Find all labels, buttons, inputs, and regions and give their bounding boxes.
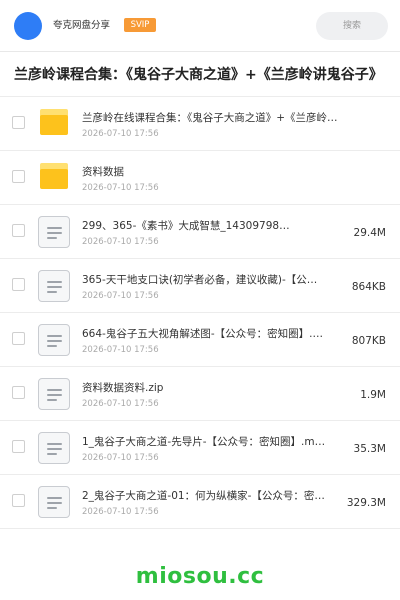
file-date: 2026-07-10 17:56: [82, 399, 159, 409]
row-checkbox[interactable]: [12, 332, 25, 345]
file-date: 2026-07-10 17:56: [82, 345, 159, 355]
folder-icon: [40, 163, 68, 189]
list-item[interactable]: 2_鬼谷子大商之道-01：何为纵横家-【公众号：密… 2026-07-10 17…: [0, 475, 400, 529]
file-date: 2026-07-10 17:56: [82, 291, 159, 301]
row-checkbox[interactable]: [12, 224, 25, 237]
list-item[interactable]: 664-鬼谷子五大视角解述图-【公众号：密知圈】.… 2026-07-10 17…: [0, 313, 400, 367]
folder-icon: [40, 109, 68, 135]
file-size: 864KB: [351, 281, 386, 293]
file-date: 2026-07-10 17:56: [82, 237, 159, 247]
list-item[interactable]: 365-天干地支口诀(初学者必备，建议收藏)-【公… 2026-07-10 17…: [0, 259, 400, 313]
file-size: 807KB: [351, 335, 386, 347]
page-title: 兰彦岭课程合集：《鬼谷子大商之道》+《兰彦岭讲鬼谷子》: [14, 67, 383, 83]
document-icon: [38, 324, 70, 356]
file-date: 2026-07-10 17:56: [82, 453, 159, 463]
top-header: 夸克网盘分享 SVIP 搜索: [0, 0, 400, 52]
app-name: 夸克网盘分享: [53, 20, 111, 31]
list-item[interactable]: 资料数据资料.zip 2026-07-10 17:56 1.9M: [0, 367, 400, 421]
file-name: 兰彦岭在线课程合集：《鬼谷子大商之道》+《兰彦岭讲…: [82, 112, 338, 124]
document-icon: [38, 270, 70, 302]
list-item[interactable]: 299、365-《素书》大成智慧_14309798… 2026-07-10 17…: [0, 205, 400, 259]
row-checkbox[interactable]: [12, 278, 25, 291]
file-date: 2026-07-10 17:56: [82, 129, 159, 139]
file-name: 2_鬼谷子大商之道-01：何为纵横家-【公众号：密…: [82, 490, 325, 502]
file-name: 资料数据资料.zip: [82, 382, 164, 394]
row-checkbox[interactable]: [12, 386, 25, 399]
document-icon: [38, 216, 70, 248]
document-icon: [38, 378, 70, 410]
document-icon: [38, 432, 70, 464]
list-item[interactable]: 资料数据 2026-07-10 17:56: [0, 151, 400, 205]
list-item[interactable]: 兰彦岭在线课程合集：《鬼谷子大商之道》+《兰彦岭讲… 2026-07-10 17…: [0, 97, 400, 151]
file-name: 664-鬼谷子五大视角解述图-【公众号：密知圈】.…: [82, 328, 323, 340]
file-size: 29.4M: [353, 227, 386, 239]
document-icon: [38, 486, 70, 518]
file-date: 2026-07-10 17:56: [82, 507, 159, 517]
file-name: 365-天干地支口诀(初学者必备，建议收藏)-【公…: [82, 274, 318, 286]
row-checkbox[interactable]: [12, 440, 25, 453]
row-checkbox[interactable]: [12, 170, 25, 183]
file-name: 资料数据: [82, 166, 124, 178]
user-avatar[interactable]: [14, 12, 42, 40]
svip-badge: SVIP: [124, 18, 156, 32]
watermark-text: miosou.cc: [135, 564, 265, 589]
file-size: 35.3M: [353, 443, 386, 455]
row-checkbox[interactable]: [12, 494, 25, 507]
file-size: 1.9M: [360, 389, 386, 401]
file-date: 2026-07-10 17:56: [82, 183, 159, 193]
search-input[interactable]: 搜索: [316, 12, 388, 40]
list-item[interactable]: 1_鬼谷子大商之道-先导片-【公众号：密知圈】.m… 2026-07-10 17…: [0, 421, 400, 475]
file-name: 1_鬼谷子大商之道-先导片-【公众号：密知圈】.m…: [82, 436, 326, 448]
title-bar: 兰彦岭课程合集：《鬼谷子大商之道》+《兰彦岭讲鬼谷子》: [0, 53, 400, 97]
row-checkbox[interactable]: [12, 116, 25, 129]
file-size: 329.3M: [346, 497, 386, 509]
file-name: 299、365-《素书》大成智慧_14309798…: [82, 220, 290, 232]
